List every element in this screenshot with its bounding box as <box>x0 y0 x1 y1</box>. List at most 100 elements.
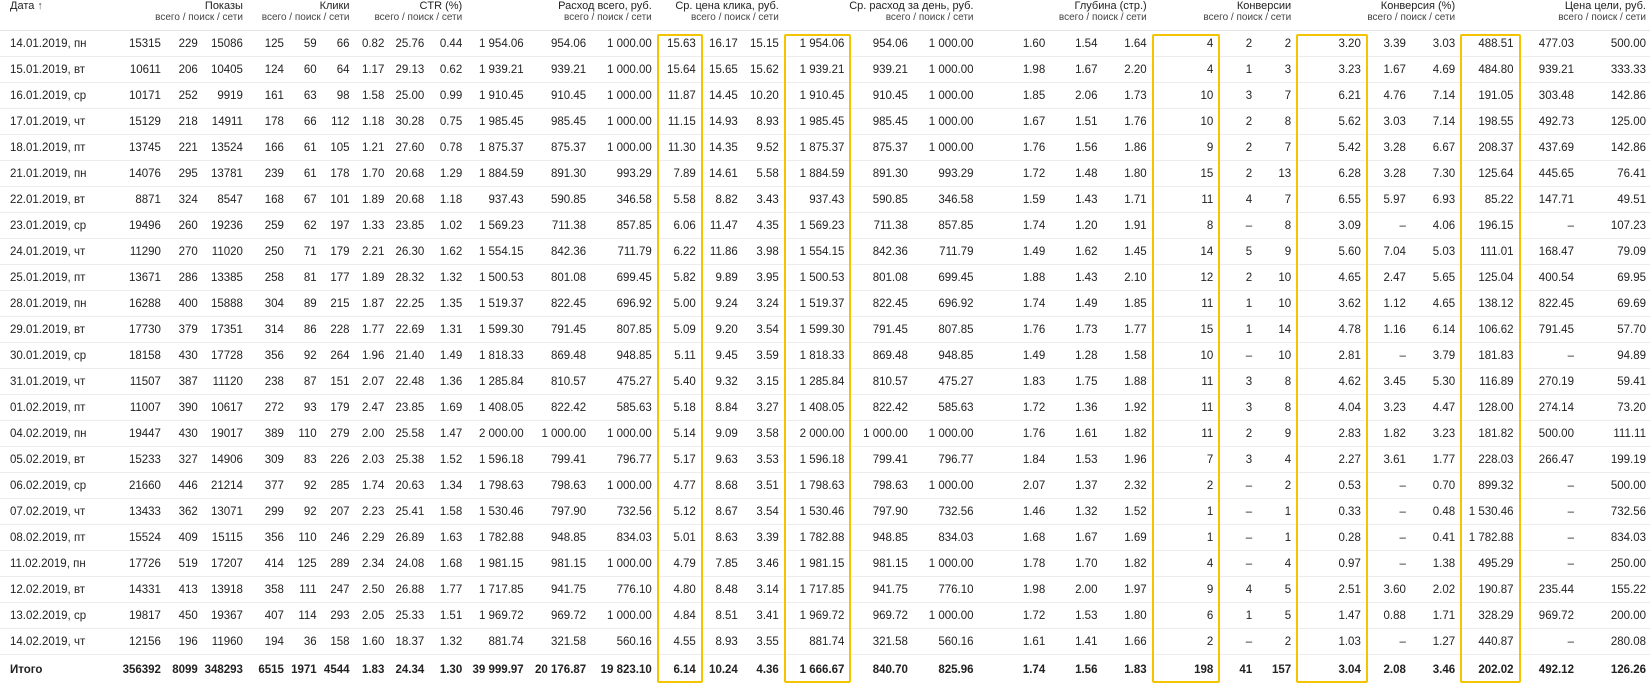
table-row[interactable]: 29.01.2019, вт1773037917351314862281.772… <box>0 317 1650 343</box>
cell-depth-total: 1.49 <box>978 343 1050 369</box>
cell-goal-price-network: 142.86 <box>1578 83 1650 109</box>
table-row[interactable]: 24.01.2019, чт1129027011020250711792.212… <box>0 239 1650 265</box>
cell-avg-daily-spend-search: 801.08 <box>848 265 912 291</box>
cell-avg-daily-spend-network: 1 000.00 <box>912 57 978 83</box>
column-header-conversion-rate[interactable]: Конверсия (%)всего / поиск / сети <box>1295 0 1459 31</box>
cell-depth-total: 1.59 <box>978 187 1050 213</box>
cell-clicks-network: 207 <box>321 499 354 525</box>
cell-avg-cpc-search: 8.93 <box>700 629 742 655</box>
column-header-ctr[interactable]: CTR (%)всего / поиск / сети <box>354 0 467 31</box>
table-row[interactable]: 25.01.2019, пт1367128613385258811771.892… <box>0 265 1650 291</box>
cell-goal-price-network: 155.22 <box>1578 577 1650 603</box>
column-header-conversions[interactable]: Конверсиивсего / поиск / сети <box>1151 0 1296 31</box>
cell-impressions-total: 21660 <box>120 473 165 499</box>
cell-avg-daily-spend-network: 857.85 <box>912 213 978 239</box>
table-row[interactable]: 04.02.2019, пн19447430190173891102792.00… <box>0 421 1650 447</box>
cell-goal-price-total: 484.80 <box>1459 57 1517 83</box>
cell-avg-daily-spend-search: 822.45 <box>848 291 912 317</box>
cell-clicks-network: 178 <box>321 161 354 187</box>
cell-goal-price-search: 266.47 <box>1518 447 1578 473</box>
table-row[interactable]: 07.02.2019, чт1343336213071299922072.232… <box>0 499 1650 525</box>
column-subtitle: всего / поиск / сети <box>656 12 783 24</box>
table-row[interactable]: 22.01.2019, вт88713248547168671011.8920.… <box>0 187 1650 213</box>
cell-conversions-search: – <box>1217 551 1256 577</box>
total-clicks-network: 4544 <box>321 655 354 685</box>
table-row[interactable]: 15.01.2019, вт106112061040512460641.1729… <box>0 57 1650 83</box>
total-ctr-network: 1.30 <box>428 655 466 685</box>
cell-impressions-search: 387 <box>165 369 202 395</box>
table-row[interactable]: 16.01.2019, ср10171252991916163981.5825.… <box>0 83 1650 109</box>
table-row[interactable]: 13.02.2019, ср19817450193674071142932.05… <box>0 603 1650 629</box>
cell-conversions-search: 4 <box>1217 577 1256 603</box>
table-row[interactable]: 05.02.2019, вт1523332714906309832262.032… <box>0 447 1650 473</box>
cell-conversions-network: 2 <box>1256 31 1295 57</box>
table-row[interactable]: 01.02.2019, пт1100739010617272931792.472… <box>0 395 1650 421</box>
cell-avg-daily-spend-search: 822.42 <box>848 395 912 421</box>
table-row[interactable]: 08.02.2019, пт15524409151153561102462.29… <box>0 525 1650 551</box>
table-row[interactable]: 14.02.2019, чт1215619611960194361581.601… <box>0 629 1650 655</box>
column-header-spend-total[interactable]: Расход всего, руб.всего / поиск / сети <box>466 0 656 31</box>
cell-ctr-network: 1.51 <box>428 603 466 629</box>
table-row[interactable]: 14.01.2019, пн153152291508612559660.8225… <box>0 31 1650 57</box>
cell-goal-price-total: 138.12 <box>1459 291 1517 317</box>
cell-goal-price-network: 732.56 <box>1578 499 1650 525</box>
cell-clicks-search: 61 <box>288 161 321 187</box>
cell-conversions-total: 4 <box>1151 31 1218 57</box>
column-title: Конверсия (%) <box>1295 0 1459 12</box>
cell-depth-search: 1.62 <box>1049 239 1101 265</box>
cell-goal-price-total: 440.87 <box>1459 629 1517 655</box>
cell-avg-cpc-search: 9.89 <box>700 265 742 291</box>
cell-conversions-network: 1 <box>1256 525 1295 551</box>
cell-depth-search: 1.56 <box>1049 135 1101 161</box>
cell-avg-cpc-total: 15.63 <box>656 31 700 57</box>
table-row[interactable]: 28.01.2019, пн1628840015888304892151.872… <box>0 291 1650 317</box>
table-row[interactable]: 31.01.2019, чт1150738711120238871512.072… <box>0 369 1650 395</box>
cell-ctr-total: 1.70 <box>354 161 389 187</box>
column-header-impressions[interactable]: Показывсего / поиск / сети <box>120 0 247 31</box>
cell-conversions-network: 2 <box>1256 473 1295 499</box>
row-date: 30.01.2019, ср <box>0 343 120 369</box>
cell-conversion-rate-network: 2.02 <box>1410 577 1459 603</box>
cell-goal-price-search: 791.45 <box>1518 317 1578 343</box>
cell-spend-total-search: 985.45 <box>528 109 591 135</box>
table-row[interactable]: 06.02.2019, ср2166044621214377922851.742… <box>0 473 1650 499</box>
cell-conversion-rate-search: – <box>1365 525 1410 551</box>
cell-avg-daily-spend-total: 1 408.05 <box>783 395 849 421</box>
row-date: 23.01.2019, ср <box>0 213 120 239</box>
table-row[interactable]: 21.01.2019, пн1407629513781239611781.702… <box>0 161 1650 187</box>
column-header-goal-price[interactable]: Цена цели, руб.всего / поиск / сети <box>1459 0 1650 31</box>
cell-depth-network: 1.73 <box>1101 83 1150 109</box>
cell-conversions-total: 1 <box>1151 525 1218 551</box>
column-header-avg-daily-spend[interactable]: Ср. расход за день, руб.всего / поиск / … <box>783 0 978 31</box>
cell-clicks-network: 66 <box>321 31 354 57</box>
table-row[interactable]: 30.01.2019, ср1815843017728356922641.962… <box>0 343 1650 369</box>
cell-conversions-search: 2 <box>1217 161 1256 187</box>
cell-ctr-total: 2.23 <box>354 499 389 525</box>
cell-depth-network: 1.96 <box>1101 447 1150 473</box>
cell-spend-total-search: 791.45 <box>528 317 591 343</box>
cell-clicks-search: 92 <box>288 473 321 499</box>
table-row[interactable]: 12.02.2019, вт14331413139183581112472.50… <box>0 577 1650 603</box>
table-row[interactable]: 17.01.2019, чт1512921814911178661121.183… <box>0 109 1650 135</box>
cell-depth-search: 1.49 <box>1049 291 1101 317</box>
total-spend-total-network: 19 823.10 <box>590 655 656 685</box>
column-header-depth[interactable]: Глубина (стр.)всего / поиск / сети <box>978 0 1151 31</box>
cell-ctr-network: 0.78 <box>428 135 466 161</box>
column-header-avg-cpc[interactable]: Ср. цена клика, руб.всего / поиск / сети <box>656 0 783 31</box>
table-row[interactable]: 18.01.2019, пт1374522113524166611051.212… <box>0 135 1650 161</box>
cell-avg-cpc-total: 6.06 <box>656 213 700 239</box>
table-row[interactable]: 23.01.2019, ср1949626019236259621971.332… <box>0 213 1650 239</box>
cell-spend-total-search: 801.08 <box>528 265 591 291</box>
column-header-clicks[interactable]: Кликивсего / поиск / сети <box>247 0 354 31</box>
cell-conversions-search: 4 <box>1217 187 1256 213</box>
cell-impressions-network: 14911 <box>202 109 247 135</box>
cell-clicks-network: 293 <box>321 603 354 629</box>
cell-goal-price-search: 270.19 <box>1518 369 1578 395</box>
table-row[interactable]: 11.02.2019, пн17726519172074141252892.34… <box>0 551 1650 577</box>
cell-goal-price-total: 198.55 <box>1459 109 1517 135</box>
cell-conversion-rate-search: – <box>1365 343 1410 369</box>
cell-conversions-total: 2 <box>1151 629 1218 655</box>
cell-conversion-rate-network: 3.79 <box>1410 343 1459 369</box>
column-header-date[interactable]: Дата ↑ <box>0 0 120 31</box>
cell-ctr-network: 1.58 <box>428 499 466 525</box>
